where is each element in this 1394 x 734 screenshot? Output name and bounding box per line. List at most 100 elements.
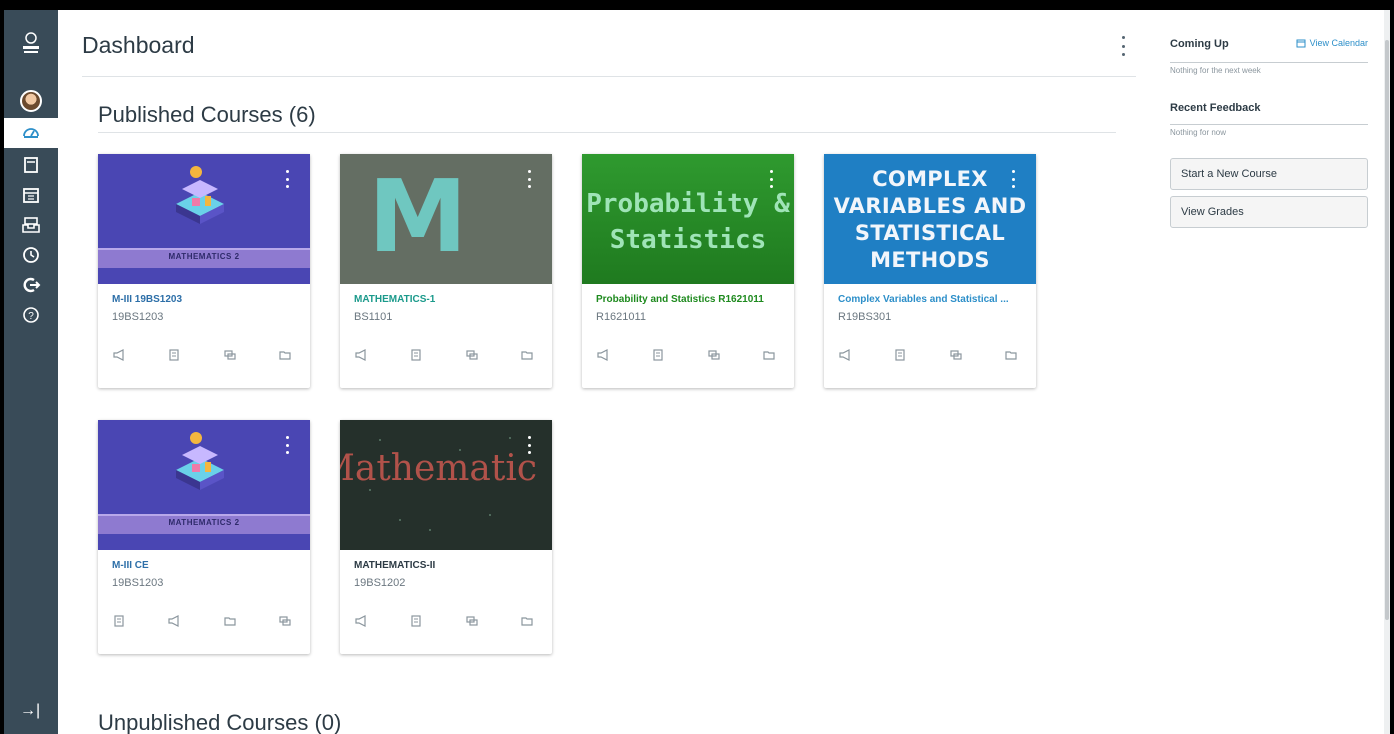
course-card-hero[interactable]: M 1 [340, 154, 552, 284]
hero-text-line: VARIABLES AND [833, 194, 1027, 218]
section-divider [98, 132, 1116, 133]
nav-commons[interactable] [4, 270, 58, 300]
announcement-icon[interactable] [112, 348, 126, 362]
announcement-icon[interactable] [596, 348, 610, 362]
course-name-link[interactable]: MATHEMATICS-II [354, 560, 544, 571]
sidebar-divider [1170, 124, 1368, 125]
nav-inbox[interactable] [4, 210, 58, 240]
assignment-icon[interactable] [167, 348, 181, 362]
course-card-hero[interactable]: COMPLEX VARIABLES AND STATISTICAL METHOD… [824, 154, 1036, 284]
card-options-kebab-icon[interactable] [284, 436, 290, 454]
hero-band-text: MATHEMATICS 2 [168, 518, 240, 527]
course-card[interactable]: Mathematic MATHEMATICS-II 19BS1202 [340, 420, 552, 654]
discussion-icon[interactable] [949, 348, 963, 362]
commons-icon [23, 277, 41, 293]
course-card-hero[interactable]: Probability & Statistics [582, 154, 794, 284]
course-card[interactable]: M 1 MATHEMATICS-1 BS1101 [340, 154, 552, 388]
assignment-icon[interactable] [409, 348, 423, 362]
announcement-icon[interactable] [167, 614, 181, 628]
folder-icon[interactable] [1004, 348, 1018, 362]
course-name-link[interactable]: Probability and Statistics R1621011 [596, 294, 786, 305]
card-options-kebab-icon[interactable] [526, 436, 532, 454]
course-code: 19BS1203 [112, 311, 164, 323]
discussion-icon[interactable] [465, 348, 479, 362]
start-new-course-button[interactable]: Start a New Course [1170, 158, 1368, 190]
card-action-icons [354, 614, 544, 628]
canvas-window: ? →| Dashboard Published Courses (6) MAT… [4, 10, 1390, 734]
card-options-kebab-icon[interactable] [1010, 170, 1016, 188]
view-grades-button[interactable]: View Grades [1170, 196, 1368, 228]
assignment-icon[interactable] [651, 348, 665, 362]
coming-up-note: Nothing for the next week [1170, 66, 1261, 75]
course-code: 19BS1203 [112, 577, 164, 589]
assignment-icon[interactable] [409, 614, 423, 628]
course-code: BS1101 [354, 311, 393, 323]
dashboard-main: Dashboard Published Courses (6) MATHEMAT… [78, 10, 1136, 734]
hero-text-line: Probability & [586, 189, 790, 219]
course-name-link[interactable]: Complex Variables and Statistical ... [838, 294, 1028, 305]
global-nav: ? →| [4, 10, 58, 734]
nav-courses[interactable] [4, 150, 58, 180]
calendar-small-icon [1296, 39, 1306, 48]
announcement-icon[interactable] [354, 614, 368, 628]
folder-icon[interactable] [762, 348, 776, 362]
card-options-kebab-icon[interactable] [284, 170, 290, 188]
folder-icon[interactable] [278, 348, 292, 362]
announcement-icon[interactable] [354, 348, 368, 362]
card-options-kebab-icon[interactable] [526, 170, 532, 188]
nav-calendar[interactable] [4, 180, 58, 210]
course-name-link[interactable]: M-III 19BS1203 [112, 294, 302, 305]
card-action-icons [596, 348, 786, 362]
right-sidebar: Coming Up View Calendar Nothing for the … [1166, 10, 1390, 734]
announcement-icon[interactable] [838, 348, 852, 362]
dashboard-options-kebab-icon[interactable] [1120, 36, 1126, 56]
recent-feedback-note: Nothing for now [1170, 128, 1227, 137]
folder-icon[interactable] [520, 348, 534, 362]
coming-up-heading: Coming Up [1170, 38, 1229, 50]
hero-text-line: STATISTICAL [854, 221, 1006, 245]
courses-icon [24, 157, 38, 173]
svg-text:?: ? [28, 311, 34, 322]
scrollbar-thumb[interactable] [1385, 40, 1389, 620]
card-options-kebab-icon[interactable] [768, 170, 774, 188]
isometric-art-icon [176, 166, 224, 224]
discussion-icon[interactable] [223, 348, 237, 362]
history-icon [23, 247, 39, 263]
course-card-hero[interactable]: MATHEMATICS 2 [98, 420, 310, 550]
discussion-icon[interactable] [465, 614, 479, 628]
discussion-icon[interactable] [707, 348, 721, 362]
folder-icon[interactable] [520, 614, 534, 628]
course-name-link[interactable]: MATHEMATICS-1 [354, 294, 544, 305]
institution-logo[interactable] [18, 30, 44, 66]
view-calendar-link[interactable]: View Calendar [1296, 38, 1368, 48]
course-code: R19BS301 [838, 311, 892, 323]
course-card[interactable]: COMPLEX VARIABLES AND STATISTICAL METHOD… [824, 154, 1036, 388]
calendar-icon [23, 188, 39, 203]
sidebar-divider [1170, 62, 1368, 63]
logo-icon [23, 32, 39, 53]
course-code: 19BS1202 [354, 577, 406, 589]
discussion-icon[interactable] [278, 614, 292, 628]
course-card-hero[interactable]: MATHEMATICS 2 [98, 154, 310, 284]
nav-help[interactable]: ? [4, 300, 58, 330]
assignment-icon[interactable] [893, 348, 907, 362]
assignment-icon[interactable] [112, 614, 126, 628]
view-calendar-label: View Calendar [1309, 38, 1368, 48]
page-scrollbar[interactable] [1384, 10, 1390, 734]
card-action-icons [354, 348, 544, 362]
nav-history[interactable] [4, 240, 58, 270]
dashboard-icon [23, 128, 39, 138]
published-courses-heading: Published Courses (6) [98, 102, 316, 127]
course-card[interactable]: MATHEMATICS 2 M-III 19BS1203 19BS1203 [98, 154, 310, 388]
account-avatar[interactable] [20, 90, 42, 112]
course-card-hero[interactable]: Mathematic [340, 420, 552, 550]
course-name-link[interactable]: M-III CE [112, 560, 302, 571]
course-card[interactable]: MATHEMATICS 2 M-III CE 19BS1203 [98, 420, 310, 654]
recent-feedback-heading: Recent Feedback [1170, 102, 1261, 114]
hero-text-line: METHODS [870, 248, 990, 272]
hero-text: Mathematic [340, 448, 538, 489]
course-card[interactable]: Probability & Statistics Probability and… [582, 154, 794, 388]
collapse-nav-button[interactable]: →| [20, 702, 40, 720]
folder-icon[interactable] [223, 614, 237, 628]
nav-dashboard[interactable] [4, 118, 58, 148]
